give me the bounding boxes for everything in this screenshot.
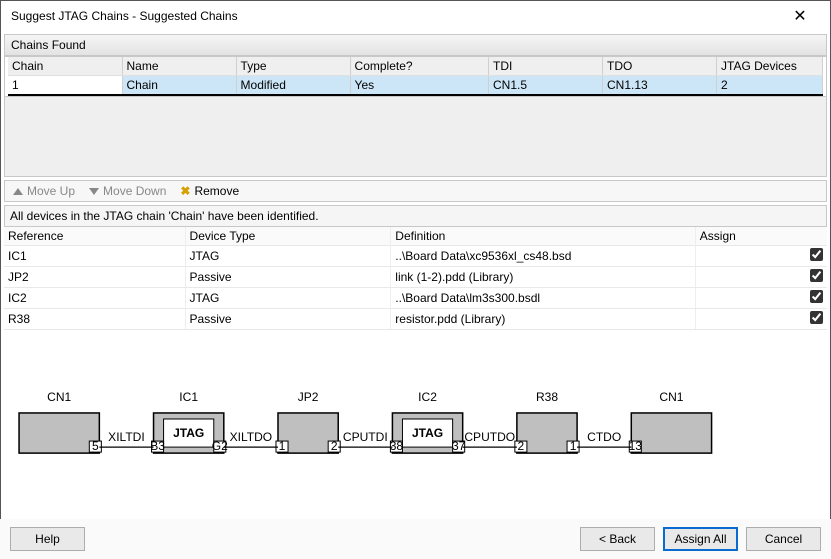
svg-text:CPUTDI: CPUTDI — [343, 430, 388, 444]
help-button[interactable]: Help — [10, 527, 85, 551]
cell-ref: IC1 — [4, 246, 185, 267]
chain-diagram: CN15IC1JTAGB3G2JP212IC2JTAG3837R3821CN11… — [4, 338, 827, 508]
svg-text:1: 1 — [570, 439, 577, 453]
svg-text:CPUTDO: CPUTDO — [464, 430, 515, 444]
svg-text:2: 2 — [331, 439, 338, 453]
table-row[interactable]: 1 Chain Modified Yes CN1.5 CN1.13 2 — [8, 76, 823, 96]
col-tdi[interactable]: TDI — [489, 57, 603, 76]
col-reference[interactable]: Reference — [4, 227, 185, 246]
cell-type: Passive — [185, 267, 391, 288]
assign-checkbox[interactable] — [810, 248, 823, 261]
col-type[interactable]: Type — [236, 57, 350, 76]
svg-text:XILTDI: XILTDI — [108, 430, 145, 444]
svg-text:5: 5 — [92, 439, 99, 453]
col-device-type[interactable]: Device Type — [185, 227, 391, 246]
svg-text:38: 38 — [390, 439, 404, 453]
col-assign[interactable]: Assign — [695, 227, 827, 246]
col-jtag-devices[interactable]: JTAG Devices — [717, 57, 823, 76]
table-row[interactable]: JP2Passivelink (1-2).pdd (Library) — [4, 267, 827, 288]
close-icon[interactable]: ✕ — [780, 6, 820, 26]
cell-complete: Yes — [350, 76, 488, 96]
cell-ref: JP2 — [4, 267, 185, 288]
svg-text:JTAG: JTAG — [412, 426, 443, 440]
cell-assign — [695, 246, 827, 267]
cell-assign — [695, 309, 827, 330]
svg-text:CTDO: CTDO — [587, 430, 621, 444]
cell-def: resistor.pdd (Library) — [391, 309, 696, 330]
remove-icon: ✖ — [180, 184, 190, 198]
svg-text:JTAG: JTAG — [173, 426, 204, 440]
cell-type: JTAG — [185, 246, 391, 267]
move-down-button[interactable]: Move Down — [89, 184, 166, 198]
title-bar: Suggest JTAG Chains - Suggested Chains ✕ — [1, 1, 830, 31]
assign-checkbox[interactable] — [810, 311, 823, 324]
svg-text:CN1: CN1 — [659, 390, 683, 404]
svg-text:2: 2 — [518, 439, 525, 453]
assign-checkbox[interactable] — [810, 290, 823, 303]
remove-button[interactable]: ✖Remove — [180, 184, 239, 198]
col-name[interactable]: Name — [122, 57, 236, 76]
table-row[interactable]: IC2JTAG..\Board Data\lm3s300.bsdl — [4, 288, 827, 309]
devices-table: Reference Device Type Definition Assign … — [4, 227, 827, 330]
chains-toolbar: Move Up Move Down ✖Remove — [4, 180, 827, 202]
table-row[interactable]: IC1JTAG..\Board Data\xc9536xl_cs48.bsd — [4, 246, 827, 267]
table-row[interactable]: R38Passiveresistor.pdd (Library) — [4, 309, 827, 330]
svg-text:CN1: CN1 — [47, 390, 71, 404]
svg-text:XILTDO: XILTDO — [230, 430, 273, 444]
col-chain[interactable]: Chain — [8, 57, 122, 76]
cell-ref: IC2 — [4, 288, 185, 309]
cell-def: ..\Board Data\xc9536xl_cs48.bsd — [391, 246, 696, 267]
cell-type: Modified — [236, 76, 350, 96]
svg-text:IC2: IC2 — [418, 390, 437, 404]
footer: Help < Back Assign All Cancel — [0, 519, 831, 559]
cell-name: Chain — [122, 76, 236, 96]
move-up-button[interactable]: Move Up — [13, 184, 75, 198]
svg-text:13: 13 — [629, 439, 643, 453]
chains-empty-area — [4, 97, 827, 177]
window-title: Suggest JTAG Chains - Suggested Chains — [11, 9, 780, 23]
col-definition[interactable]: Definition — [391, 227, 696, 246]
cell-type: JTAG — [185, 288, 391, 309]
col-complete[interactable]: Complete? — [350, 57, 488, 76]
svg-text:JP2: JP2 — [298, 390, 319, 404]
assign-checkbox[interactable] — [810, 269, 823, 282]
svg-text:G2: G2 — [212, 439, 228, 453]
status-text: All devices in the JTAG chain 'Chain' ha… — [4, 205, 827, 227]
col-tdo[interactable]: TDO — [603, 57, 717, 76]
assign-all-button[interactable]: Assign All — [663, 527, 738, 551]
cell-type: Passive — [185, 309, 391, 330]
cancel-button[interactable]: Cancel — [746, 527, 821, 551]
cell-def: ..\Board Data\lm3s300.bsdl — [391, 288, 696, 309]
arrow-up-icon — [13, 188, 23, 195]
svg-text:R38: R38 — [536, 390, 558, 404]
cell-tdo: CN1.13 — [603, 76, 717, 96]
cell-assign — [695, 288, 827, 309]
cell-chain: 1 — [8, 76, 122, 96]
chains-header-row: Chain Name Type Complete? TDI TDO JTAG D… — [8, 57, 823, 76]
svg-text:1: 1 — [279, 439, 286, 453]
svg-text:B3: B3 — [150, 439, 165, 453]
cell-devices: 2 — [717, 76, 823, 96]
cell-ref: R38 — [4, 309, 185, 330]
cell-tdi: CN1.5 — [489, 76, 603, 96]
cell-def: link (1-2).pdd (Library) — [391, 267, 696, 288]
back-button[interactable]: < Back — [580, 527, 655, 551]
svg-text:IC1: IC1 — [179, 390, 198, 404]
chains-table: Chain Name Type Complete? TDI TDO JTAG D… — [8, 57, 823, 96]
chains-found-label: Chains Found — [4, 34, 827, 56]
cell-assign — [695, 267, 827, 288]
arrow-down-icon — [89, 188, 99, 195]
